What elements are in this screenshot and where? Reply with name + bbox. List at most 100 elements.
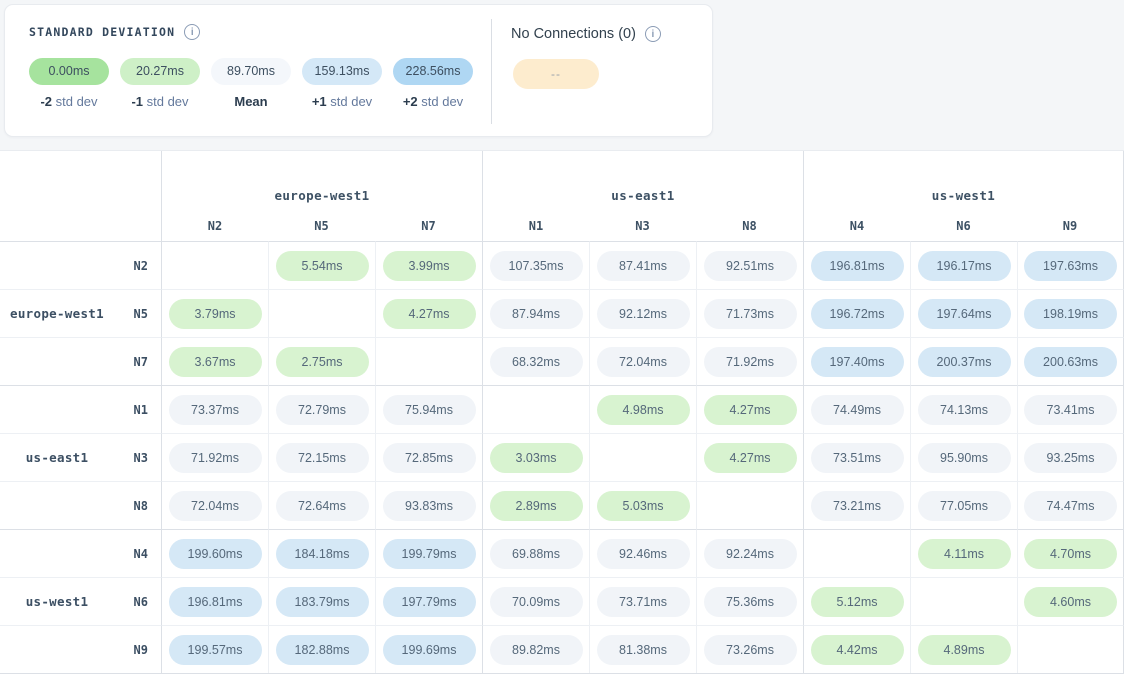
latency-value-pill: 107.35ms (490, 251, 583, 281)
latency-value-pill: 197.40ms (811, 347, 904, 377)
matrix-corner (0, 151, 161, 241)
row-node-label: N4 (114, 547, 161, 561)
latency-cell: 199.60ms (161, 529, 268, 577)
latency-cell: 3.99ms (375, 241, 482, 289)
latency-cell: 81.38ms (589, 625, 696, 673)
latency-cell: 196.81ms (803, 241, 910, 289)
latency-cell: 197.63ms (1017, 241, 1124, 289)
latency-cell: 197.79ms (375, 577, 482, 625)
latency-cell-empty (268, 289, 375, 337)
latency-value-pill: 5.54ms (276, 251, 369, 281)
latency-value-pill: 89.82ms (490, 635, 583, 665)
latency-value-pill: 72.15ms (276, 443, 369, 473)
row-node-label: N8 (114, 499, 161, 513)
no-connections-pill: -- (513, 59, 599, 89)
latency-cell: 3.03ms (482, 433, 589, 481)
row-node-label: N6 (114, 595, 161, 609)
latency-cell: 73.51ms (803, 433, 910, 481)
latency-cell: 73.71ms (589, 577, 696, 625)
latency-value-pill: 184.18ms (276, 539, 369, 569)
latency-value-pill: 3.99ms (383, 251, 476, 281)
latency-cell: 199.79ms (375, 529, 482, 577)
latency-value-pill: 93.25ms (1024, 443, 1117, 473)
no-connections-info-icon[interactable]: i (645, 26, 661, 42)
latency-cell: 196.72ms (803, 289, 910, 337)
row-node-label: N3 (114, 451, 161, 465)
column-node-header: N5 (268, 211, 375, 241)
latency-cell-empty (482, 385, 589, 433)
latency-cell: 92.51ms (696, 241, 803, 289)
row-label: N8 (0, 481, 161, 529)
latency-value-pill: 197.64ms (918, 299, 1011, 329)
latency-cell: 72.85ms (375, 433, 482, 481)
latency-cell: 72.04ms (161, 481, 268, 529)
latency-cell-empty (803, 529, 910, 577)
latency-cell-empty (161, 241, 268, 289)
std-dev-scale-labels: -2 std dev -1 std dev Mean +1 std dev +2… (29, 94, 473, 109)
std-dev-label-plus1: +1 std dev (302, 94, 382, 109)
latency-cell: 182.88ms (268, 625, 375, 673)
latency-cell: 4.27ms (696, 433, 803, 481)
latency-value-pill: 92.51ms (704, 251, 797, 281)
latency-cell: 200.37ms (910, 337, 1017, 385)
latency-value-pill: 2.89ms (490, 491, 583, 521)
latency-value-pill: 199.79ms (383, 539, 476, 569)
row-node-label: N9 (114, 643, 161, 657)
column-node-header: N1 (482, 211, 589, 241)
latency-value-pill: 93.83ms (383, 491, 476, 521)
latency-cell: 71.92ms (696, 337, 803, 385)
std-dev-label-mean: Mean (211, 94, 291, 109)
std-dev-pill-minus1: 20.27ms (120, 58, 200, 85)
row-label: N2 (0, 241, 161, 289)
row-label: us-west1N6 (0, 577, 161, 625)
no-connections-header: No Connections (0) i (511, 26, 661, 42)
row-label: us-east1N3 (0, 433, 161, 481)
latency-cell: 4.70ms (1017, 529, 1124, 577)
network-latency-dashboard: { "legend": { "title": "STANDARD DEVIATI… (0, 0, 1124, 672)
row-region-label: us-east1 (0, 450, 114, 465)
latency-value-pill: 196.81ms (169, 587, 262, 617)
latency-value-pill: 199.57ms (169, 635, 262, 665)
latency-value-pill: 73.37ms (169, 395, 262, 425)
latency-value-pill: 71.92ms (704, 347, 797, 377)
latency-cell: 92.24ms (696, 529, 803, 577)
latency-cell: 93.83ms (375, 481, 482, 529)
latency-value-pill: 72.04ms (169, 491, 262, 521)
latency-cell: 75.94ms (375, 385, 482, 433)
latency-value-pill: 70.09ms (490, 587, 583, 617)
latency-cell-empty (1017, 625, 1124, 673)
std-dev-info-icon[interactable]: i (184, 24, 200, 40)
std-dev-pill-plus2: 228.56ms (393, 58, 473, 85)
latency-cell: 71.73ms (696, 289, 803, 337)
column-region-header: europe-west1 (161, 151, 482, 211)
latency-cell-empty (696, 481, 803, 529)
column-node-header: N8 (696, 211, 803, 241)
row-label: N1 (0, 385, 161, 433)
latency-cell: 87.41ms (589, 241, 696, 289)
latency-cell-empty (375, 337, 482, 385)
latency-value-pill: 72.04ms (597, 347, 690, 377)
latency-value-pill: 69.88ms (490, 539, 583, 569)
latency-value-pill: 72.85ms (383, 443, 476, 473)
latency-cell: 198.19ms (1017, 289, 1124, 337)
column-region-header: us-east1 (482, 151, 803, 211)
latency-value-pill: 71.73ms (704, 299, 797, 329)
row-label: N4 (0, 529, 161, 577)
latency-value-pill: 73.26ms (704, 635, 797, 665)
std-dev-title: STANDARD DEVIATION (29, 25, 175, 39)
latency-value-pill: 196.81ms (811, 251, 904, 281)
latency-value-pill: 199.60ms (169, 539, 262, 569)
latency-cell: 73.21ms (803, 481, 910, 529)
row-label: N9 (0, 625, 161, 673)
latency-cell: 73.37ms (161, 385, 268, 433)
std-dev-scale: 0.00ms 20.27ms 89.70ms 159.13ms 228.56ms (29, 58, 473, 85)
latency-value-pill: 92.46ms (597, 539, 690, 569)
latency-cell: 4.27ms (696, 385, 803, 433)
latency-cell: 77.05ms (910, 481, 1017, 529)
column-node-header: N3 (589, 211, 696, 241)
column-node-header: N9 (1017, 211, 1124, 241)
latency-value-pill: 182.88ms (276, 635, 369, 665)
latency-value-pill: 2.75ms (276, 347, 369, 377)
latency-cell: 72.04ms (589, 337, 696, 385)
std-dev-legend-header: STANDARD DEVIATION i (29, 24, 200, 40)
